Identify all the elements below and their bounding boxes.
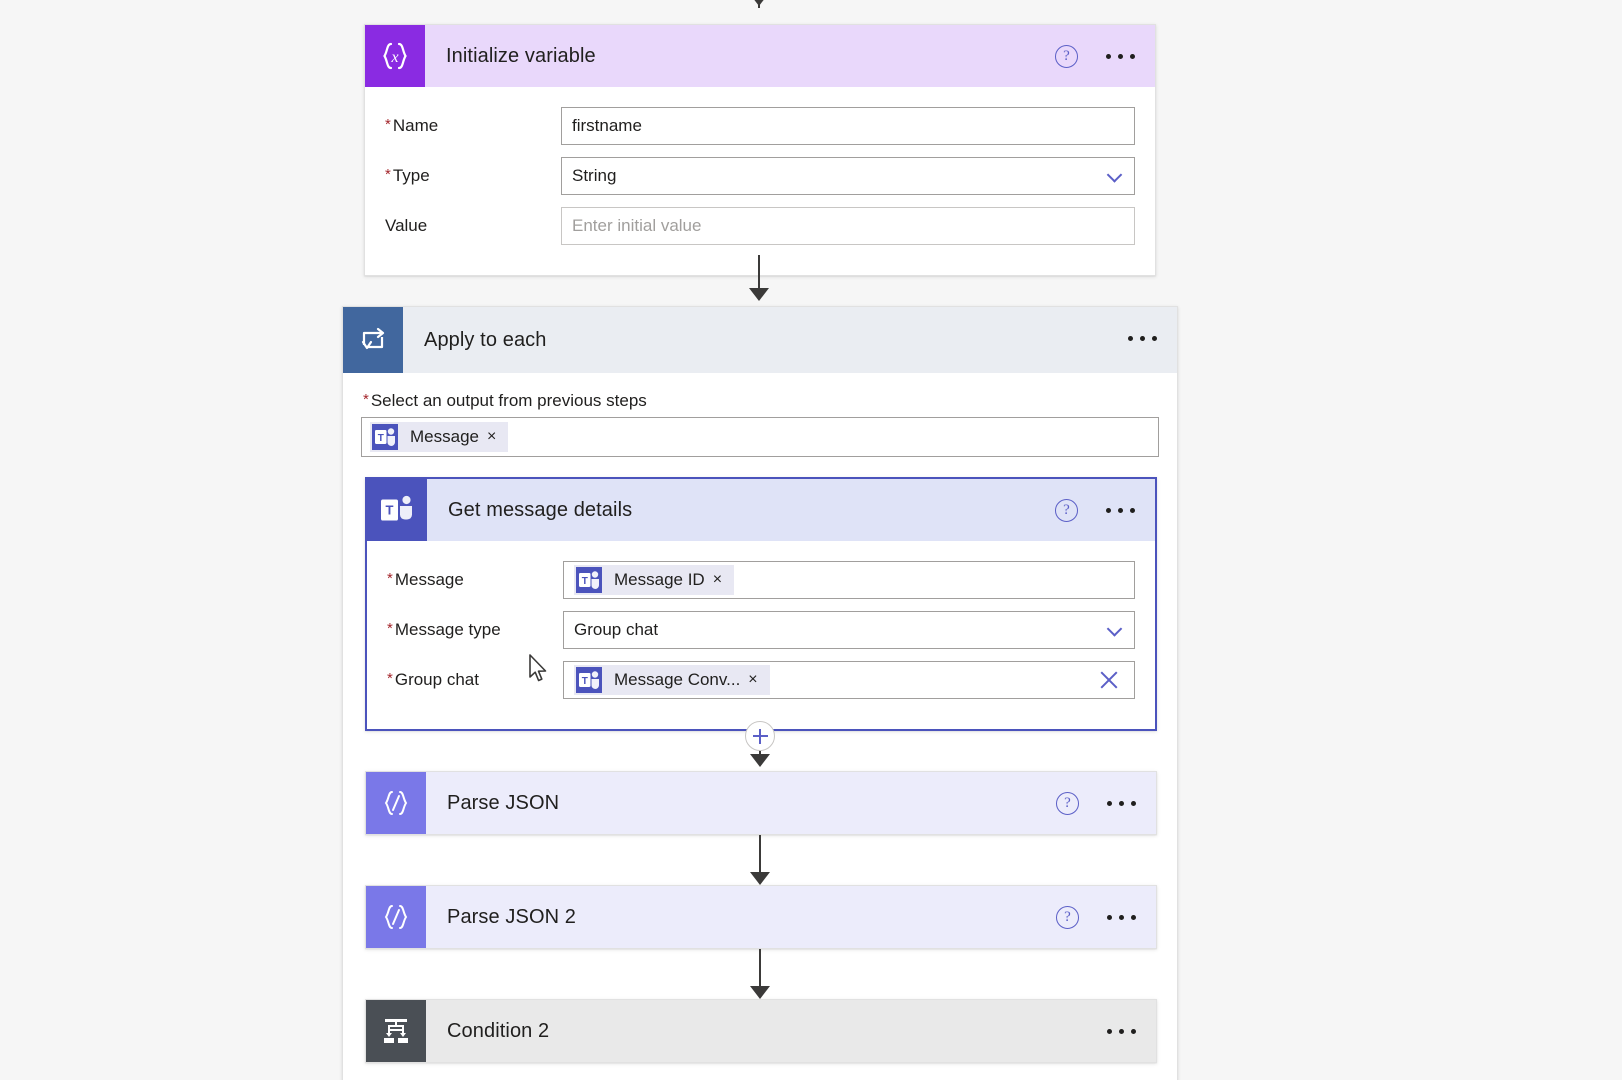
parse-json-braces-icon	[366, 886, 426, 948]
svg-text:T: T	[386, 503, 394, 518]
clear-field-icon[interactable]	[1098, 669, 1120, 691]
scope-header-actions-apply-to-each	[1126, 307, 1159, 369]
teams-icon: T	[575, 666, 603, 694]
card-title-condition-2: Condition 2	[447, 1019, 550, 1042]
token-message-conversation[interactable]: T Message Conv... ×	[574, 665, 770, 695]
select-output-input[interactable]: T Message ×	[361, 417, 1159, 457]
card-title-parse-json: Parse JSON	[447, 791, 560, 814]
form-row-value: Value Enter initial value	[365, 201, 1155, 251]
name-input[interactable]: firstname	[561, 107, 1135, 145]
form-row-group-chat: Group chat T	[367, 655, 1155, 705]
card-header-actions-initialize-variable: ?	[1055, 25, 1137, 87]
loop-repeat-icon	[343, 307, 403, 373]
svg-text:T: T	[582, 676, 588, 687]
card-header-actions-parse-json: ?	[1056, 772, 1138, 834]
scope-title-apply-to-each: Apply to each	[424, 328, 547, 351]
help-icon[interactable]: ?	[1055, 498, 1078, 522]
more-options-icon[interactable]	[1105, 1021, 1138, 1042]
more-options-icon[interactable]	[1126, 328, 1159, 349]
group-chat-input[interactable]: T Message Conv... ×	[563, 661, 1135, 699]
card-header-get-message-details[interactable]: T Get message details ?	[367, 479, 1155, 541]
token-message-id[interactable]: T Message ID ×	[574, 565, 735, 595]
connector-arrow-to-parse-json-2	[740, 835, 780, 891]
help-icon[interactable]: ?	[1055, 44, 1078, 68]
card-header-actions-get-message-details: ?	[1055, 479, 1137, 541]
condition-branch-icon	[366, 1000, 426, 1062]
field-label-message-type: Message type	[387, 620, 563, 640]
connector-arrow-to-apply-to-each	[739, 255, 779, 307]
parse-json-braces-icon	[366, 772, 426, 834]
message-input[interactable]: T Message ID ×	[563, 561, 1135, 599]
insert-new-step-button[interactable]	[745, 721, 775, 751]
field-label-group-chat: Group chat	[387, 670, 563, 690]
type-select[interactable]: String	[561, 157, 1135, 195]
help-icon[interactable]: ?	[1056, 791, 1079, 815]
teams-icon: T	[575, 566, 603, 594]
scope-body-apply-to-each: Select an output from previous steps T M…	[343, 373, 1177, 457]
token-remove-icon[interactable]: ×	[711, 572, 734, 588]
token-remove-icon[interactable]: ×	[485, 429, 508, 445]
flow-designer-canvas: x Initialize variable ? Name firstname T…	[0, 0, 1622, 1080]
chevron-down-icon	[1106, 621, 1123, 637]
variable-braces-x-icon: x	[365, 25, 425, 87]
form-row-name: Name firstname	[365, 101, 1155, 151]
card-header-actions-condition-2	[1105, 1000, 1138, 1062]
card-header-condition-2[interactable]: Condition 2	[366, 1000, 1156, 1062]
field-label-select-output: Select an output from previous steps	[363, 391, 1159, 411]
step-card-get-message-details[interactable]: T Get message details ? Message	[365, 477, 1157, 731]
message-type-select[interactable]: Group chat	[563, 611, 1135, 649]
token-label: Message ID	[614, 570, 705, 589]
token-label: Message Conv...	[614, 670, 741, 689]
form-row-type: Type String	[365, 151, 1155, 201]
step-card-parse-json-2[interactable]: Parse JSON 2 ?	[365, 885, 1157, 949]
help-icon[interactable]: ?	[1056, 905, 1079, 929]
step-card-parse-json[interactable]: Parse JSON ?	[365, 771, 1157, 835]
card-header-parse-json[interactable]: Parse JSON ?	[366, 772, 1156, 834]
svg-text:x: x	[390, 49, 398, 66]
connector-arrow-into-initialize-variable	[739, 0, 779, 20]
card-header-initialize-variable[interactable]: x Initialize variable ?	[365, 25, 1155, 87]
connector-arrow-to-condition-2	[740, 949, 780, 1005]
step-scope-apply-to-each[interactable]: Apply to each Select an output from prev…	[342, 306, 1178, 1080]
svg-text:T: T	[378, 433, 384, 444]
teams-icon: T	[371, 423, 399, 451]
chevron-down-icon	[1106, 167, 1123, 183]
svg-text:T: T	[582, 576, 588, 587]
card-title-parse-json-2: Parse JSON 2	[447, 905, 577, 928]
step-card-condition-2[interactable]: Condition 2	[365, 999, 1157, 1063]
token-label: Message	[410, 427, 479, 446]
card-title-initialize-variable: Initialize variable	[446, 44, 596, 67]
token-remove-icon[interactable]: ×	[746, 672, 769, 688]
value-input[interactable]: Enter initial value	[561, 207, 1135, 245]
step-card-initialize-variable[interactable]: x Initialize variable ? Name firstname T…	[364, 24, 1156, 276]
teams-icon: T	[367, 479, 427, 541]
token-message[interactable]: T Message ×	[370, 422, 509, 452]
card-body-initialize-variable: Name firstname Type String Value Enter i…	[365, 87, 1155, 275]
card-body-get-message-details: Message T	[367, 541, 1155, 729]
field-label-name: Name	[385, 116, 561, 136]
type-select-value: String	[572, 166, 617, 185]
form-row-message: Message T	[367, 555, 1155, 605]
more-options-icon[interactable]	[1104, 46, 1137, 67]
more-options-icon[interactable]	[1104, 500, 1137, 521]
card-header-actions-parse-json-2: ?	[1056, 886, 1138, 948]
scope-header-apply-to-each[interactable]: Apply to each	[343, 307, 1177, 373]
field-label-type: Type	[385, 166, 561, 186]
more-options-icon[interactable]	[1105, 907, 1138, 928]
more-options-icon[interactable]	[1105, 793, 1138, 814]
field-label-message: Message	[387, 570, 563, 590]
card-header-parse-json-2[interactable]: Parse JSON 2 ?	[366, 886, 1156, 948]
card-title-get-message-details: Get message details	[448, 498, 633, 521]
field-label-value: Value	[385, 216, 428, 235]
form-row-message-type: Message type Group chat	[367, 605, 1155, 655]
message-type-value: Group chat	[574, 620, 659, 639]
